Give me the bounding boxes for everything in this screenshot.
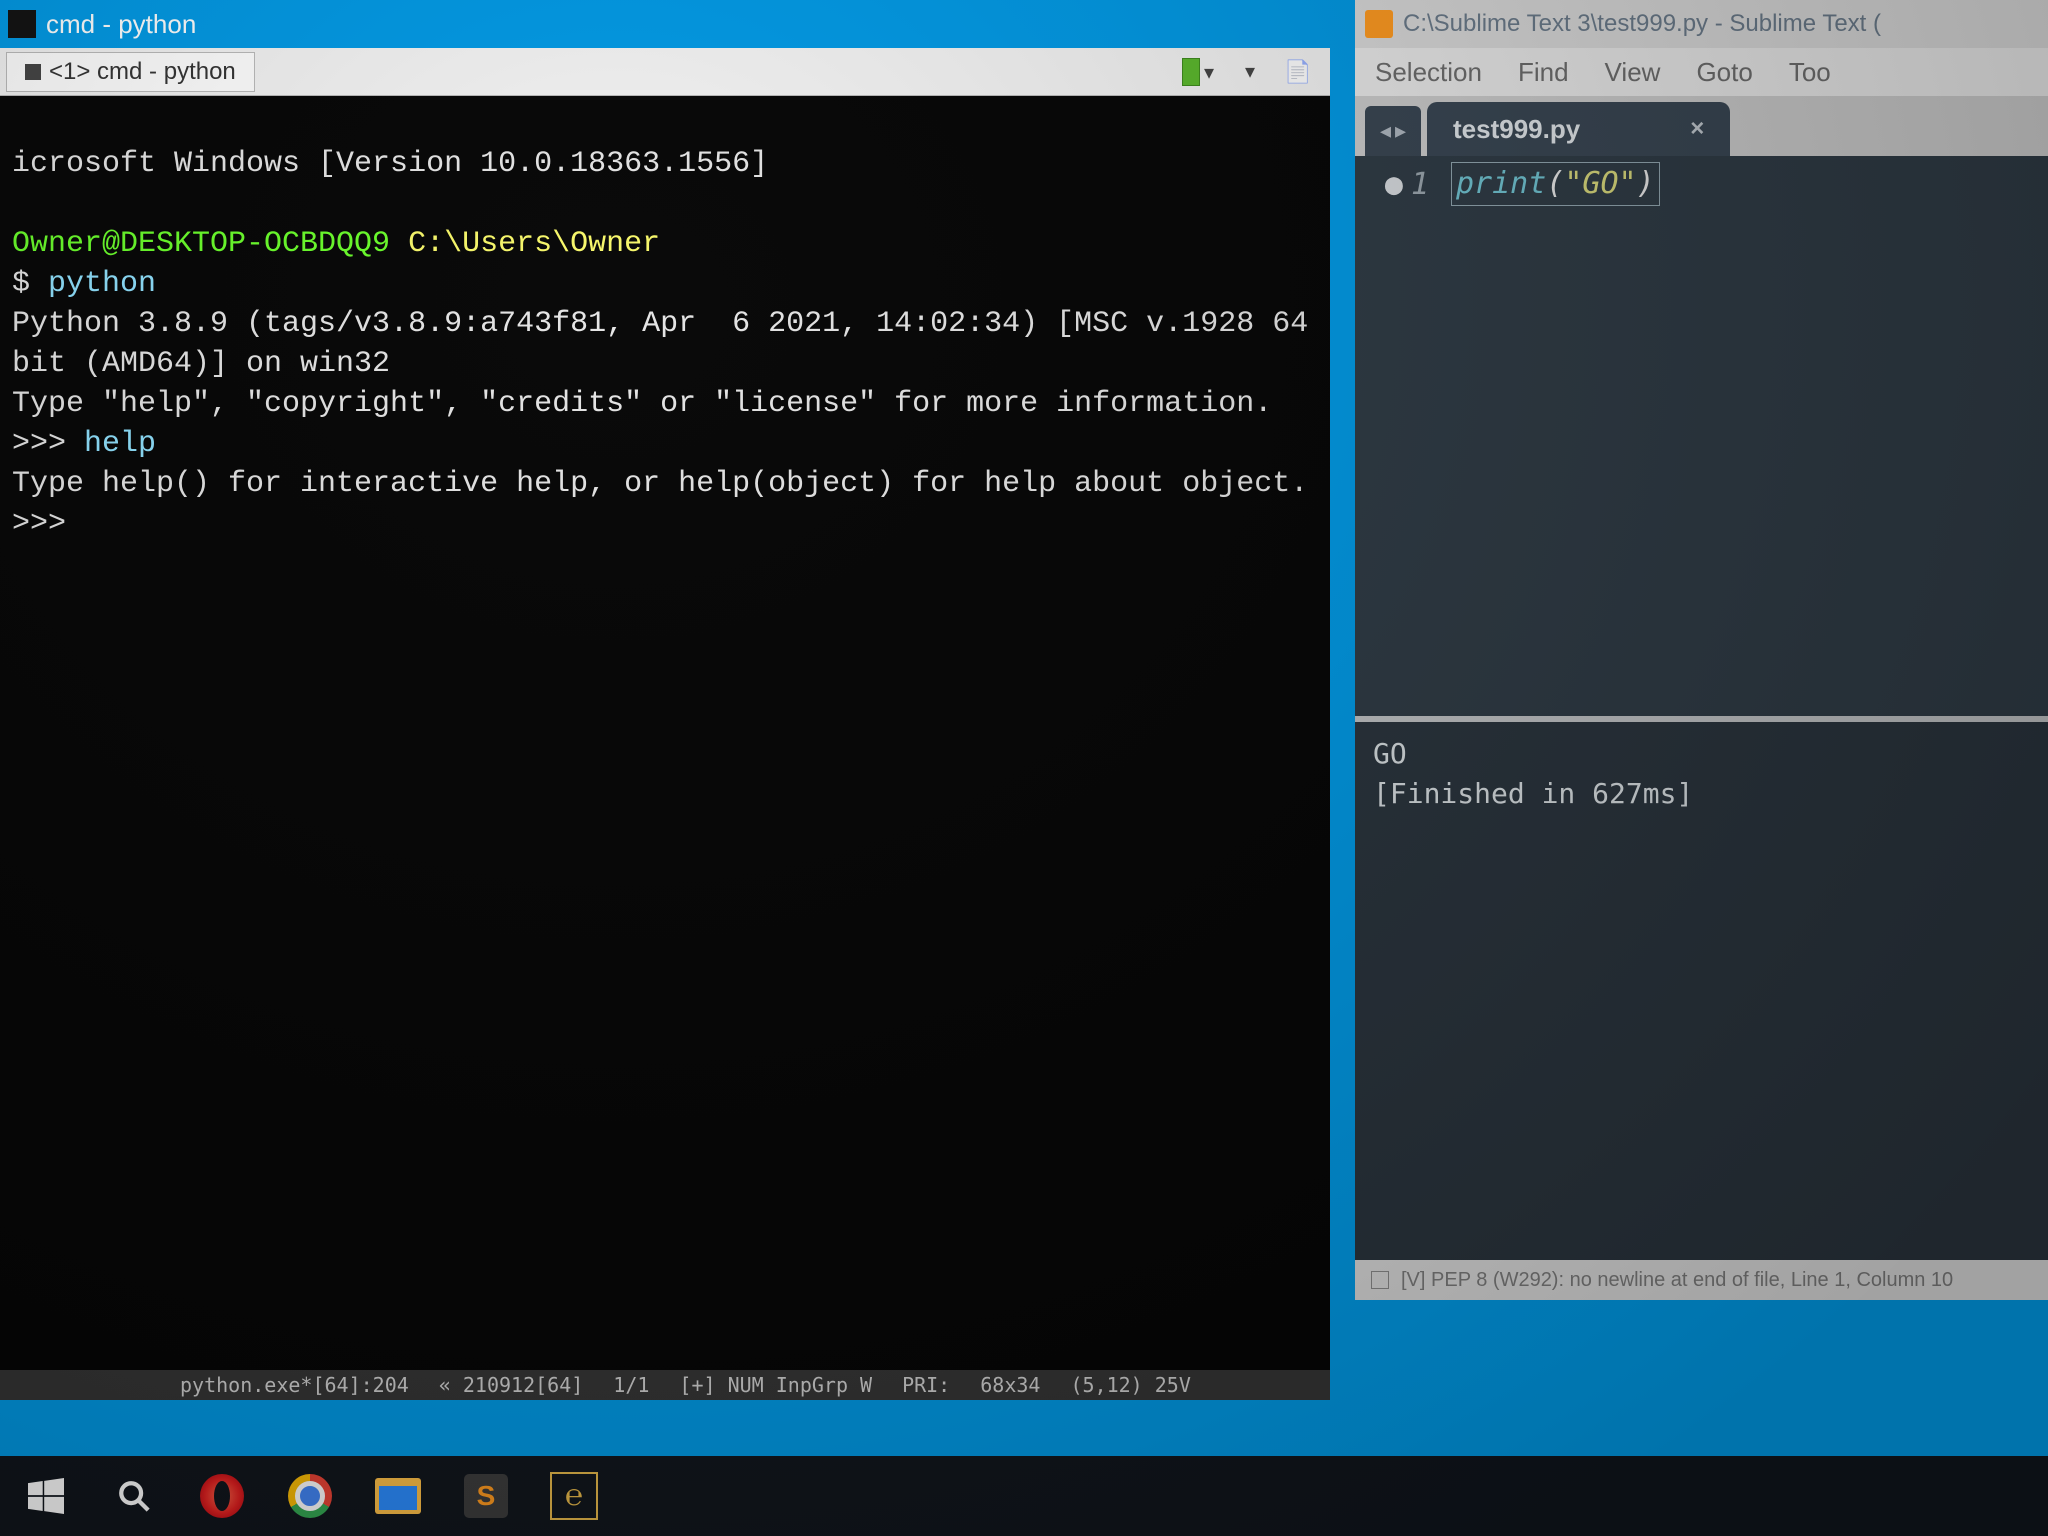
terminal-userhost: Owner@DESKTOP-OCBDQQ9	[12, 227, 390, 261]
cmd-tab-icon	[25, 64, 41, 80]
sublime-editor[interactable]: ●1 print("GO")	[1355, 156, 2048, 716]
sublime-logo-icon	[1365, 10, 1393, 38]
menu-view[interactable]: View	[1605, 57, 1661, 88]
sublime-icon: S	[464, 1474, 508, 1518]
terminal-repl-prompt-2: >>>	[12, 507, 84, 541]
terminal-py-version: Python 3.8.9 (tags/v3.8.9:a743f81, Apr 6…	[12, 307, 1326, 381]
taskbar-sublime[interactable]: S	[458, 1468, 514, 1524]
custom-app-icon: ℮	[550, 1472, 598, 1520]
output-line-2: [Finished in 627ms]	[1373, 774, 2030, 814]
menu-goto[interactable]: Goto	[1696, 57, 1752, 88]
status-process: python.exe*[64]:204	[180, 1365, 409, 1400]
sublime-tab-label: test999.py	[1453, 114, 1580, 145]
menu-find[interactable]: Find	[1518, 57, 1569, 88]
terminal-help-cmd: help	[84, 427, 156, 461]
cmd-tab-label: <1> cmd - python	[49, 58, 236, 86]
start-button[interactable]	[18, 1468, 74, 1524]
output-line-1: GO	[1373, 734, 2030, 774]
cmd-toolbar-right	[1182, 58, 1324, 86]
code-fn: print	[1456, 166, 1546, 201]
sublime-tabbar: ◂▸ test999.py ×	[1355, 96, 2048, 156]
cmd-tabbar: <1> cmd - python	[0, 48, 1330, 96]
taskbar-search-button[interactable]	[106, 1468, 162, 1524]
windows-icon	[28, 1478, 64, 1514]
status-size: 68x34	[980, 1365, 1040, 1400]
sublime-tab-active[interactable]: test999.py ×	[1427, 102, 1730, 156]
terminal-python-cmd: python	[48, 267, 156, 301]
cmd-window: cmd - python <1> cmd - python icrosoft W…	[0, 0, 1330, 1400]
opera-icon	[200, 1474, 244, 1518]
sublime-title: C:\Sublime Text 3\test999.py - Sublime T…	[1403, 10, 1881, 38]
cmd-app-icon	[8, 10, 36, 38]
status-position: 1/1	[613, 1365, 649, 1400]
terminal[interactable]: icrosoft Windows [Version 10.0.18363.155…	[0, 96, 1330, 1400]
sublime-status-text: [V] PEP 8 (W292): no newline at end of f…	[1401, 1269, 1953, 1292]
code-string: "GO"	[1564, 166, 1636, 201]
taskbar: S ℮	[0, 1456, 2048, 1536]
sublime-code-line[interactable]: print("GO")	[1451, 162, 1660, 206]
code-close-paren: )	[1637, 166, 1655, 201]
close-icon[interactable]: ×	[1690, 115, 1704, 143]
sublime-output-panel[interactable]: GO [Finished in 627ms]	[1355, 722, 2048, 1260]
cmd-tab-active[interactable]: <1> cmd - python	[6, 52, 255, 92]
cmd-new-tab-button[interactable]	[1182, 58, 1214, 86]
chevron-right-icon: ▸	[1395, 118, 1406, 144]
sublime-gutter: ●1	[1355, 156, 1429, 716]
taskbar-chrome[interactable]	[282, 1468, 338, 1524]
sublime-statusbar: [V] PEP 8 (W292): no newline at end of f…	[1355, 1260, 2048, 1300]
menu-tools[interactable]: Too	[1789, 57, 1831, 88]
status-cursor: (5,12) 25V	[1070, 1365, 1190, 1400]
status-flags: [+] NUM InpGrp W	[679, 1365, 872, 1400]
status-encoding: « 210912[64]	[439, 1365, 584, 1400]
plus-icon	[1182, 58, 1200, 86]
taskbar-custom-app[interactable]: ℮	[546, 1468, 602, 1524]
code-open-paren: (	[1546, 166, 1564, 201]
sublime-window: C:\Sublime Text 3\test999.py - Sublime T…	[1355, 0, 2048, 1300]
status-priority: PRI:	[902, 1365, 950, 1400]
search-icon	[117, 1479, 151, 1513]
chevron-down-icon	[1200, 59, 1214, 85]
terminal-help-response: Type help() for interactive help, or hel…	[12, 467, 1308, 501]
cmd-titlebar[interactable]: cmd - python	[0, 0, 1330, 48]
line-number-1: 1	[1411, 167, 1429, 202]
cmd-statusbar: python.exe*[64]:204 « 210912[64] 1/1 [+]…	[0, 1370, 1330, 1400]
sublime-menubar: Selection Find View Goto Too	[1355, 48, 2048, 96]
menu-selection[interactable]: Selection	[1375, 57, 1482, 88]
chrome-icon	[288, 1474, 332, 1518]
cmd-dropdown-button[interactable]	[1232, 58, 1264, 86]
taskbar-opera[interactable]	[194, 1468, 250, 1524]
unsaved-dot-icon: ●	[1385, 167, 1411, 202]
sublime-tab-nav[interactable]: ◂▸	[1365, 106, 1421, 156]
chevron-left-icon: ◂	[1380, 118, 1391, 144]
sublime-status-panel-icon[interactable]	[1371, 1271, 1389, 1289]
sublime-titlebar[interactable]: C:\Sublime Text 3\test999.py - Sublime T…	[1355, 0, 2048, 48]
terminal-version-line: icrosoft Windows [Version 10.0.18363.155…	[12, 147, 768, 181]
cmd-open-button[interactable]	[1282, 58, 1314, 86]
cmd-title: cmd - python	[46, 9, 196, 40]
terminal-repl-prompt-1: >>>	[12, 427, 84, 461]
terminal-cwd: C:\Users\Owner	[408, 227, 660, 261]
file-explorer-icon	[375, 1478, 421, 1514]
terminal-dollar: $	[12, 267, 30, 301]
taskbar-explorer[interactable]	[370, 1468, 426, 1524]
terminal-py-hint: Type "help", "copyright", "credits" or "…	[12, 387, 1272, 421]
